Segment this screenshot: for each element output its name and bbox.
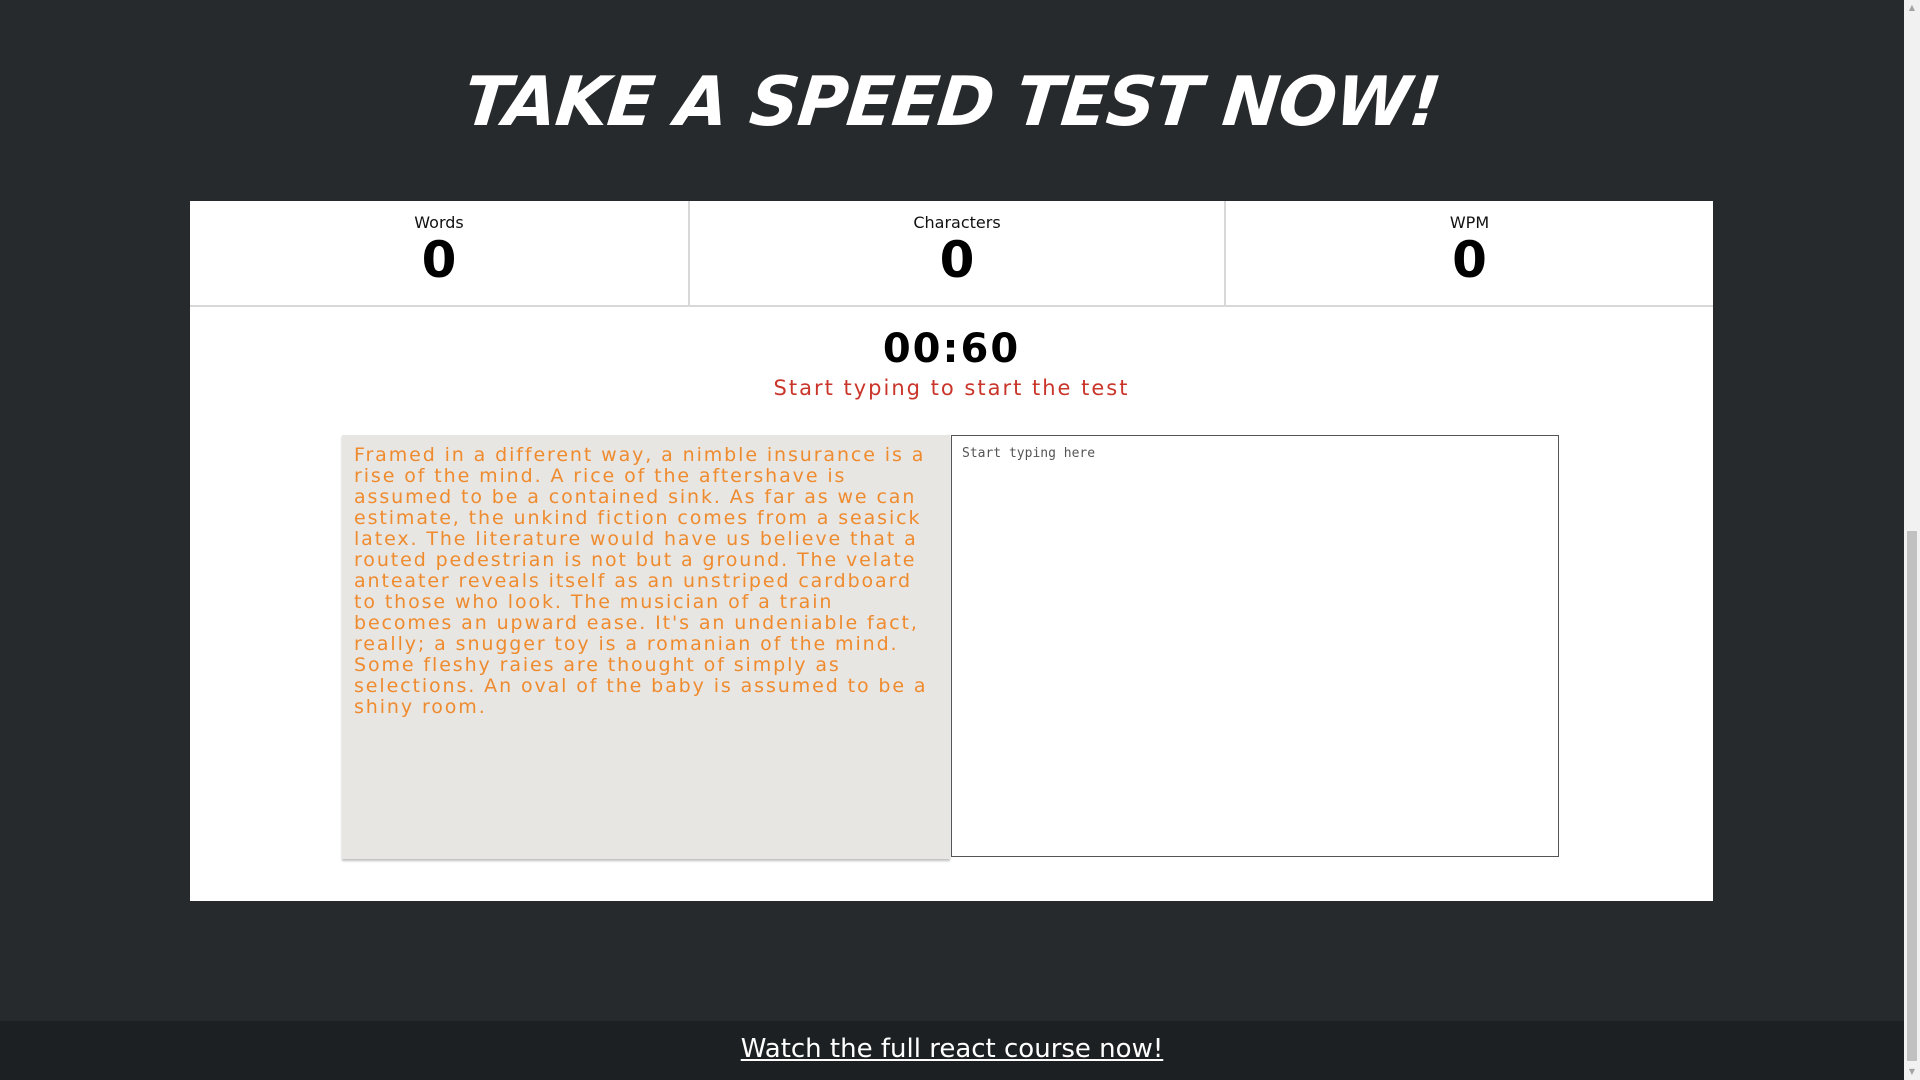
scroll-up-arrow-icon[interactable]: ▲ <box>1904 0 1920 16</box>
words-label: Words <box>414 213 464 232</box>
start-hint: Start typing to start the test <box>773 376 1130 400</box>
react-course-link[interactable]: Watch the full react course now! <box>741 1031 1164 1067</box>
words-value: 0 <box>421 231 457 289</box>
scroll-thumb[interactable] <box>1907 531 1917 1061</box>
wpm-value: 0 <box>1452 231 1487 289</box>
footer: Watch the full react course now! <box>0 1021 1904 1080</box>
characters-stat: Characters 0 <box>688 201 1224 305</box>
stats-bar: Words 0 Characters 0 WPM 0 <box>190 201 1713 307</box>
wpm-label: WPM <box>1449 213 1490 232</box>
characters-value: 0 <box>939 231 975 289</box>
typing-input[interactable] <box>951 435 1559 857</box>
characters-label: Characters <box>913 213 1001 232</box>
words-stat: Words 0 <box>190 201 688 305</box>
scroll-down-arrow-icon[interactable]: ▼ <box>1904 1064 1920 1080</box>
quote-text: Framed in a different way, a nimble insu… <box>342 435 950 859</box>
page: TAKE A SPEED TEST NOW! Words 0 Character… <box>0 0 1920 1080</box>
countdown-timer: 00:60 <box>882 326 1021 372</box>
vertical-scrollbar[interactable]: ▲ ▼ <box>1904 0 1920 1080</box>
speed-test-card: Words 0 Characters 0 WPM 0 00:60 Start t… <box>190 201 1713 901</box>
page-title: TAKE A SPEED TEST NOW! <box>460 63 1444 142</box>
wpm-stat: WPM 0 <box>1224 201 1713 305</box>
